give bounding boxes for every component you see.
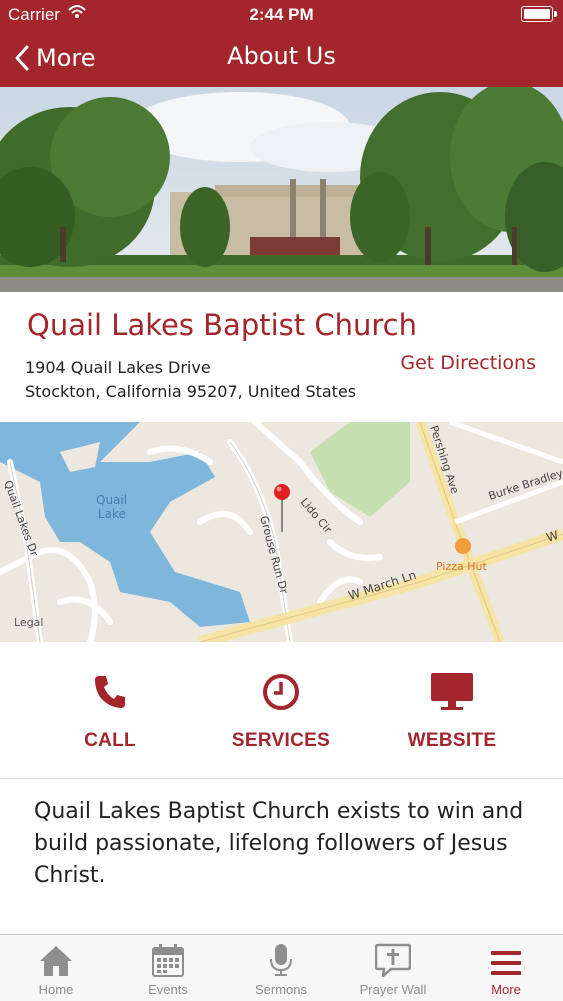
tab-events-label: Events [148, 982, 188, 997]
website-button-label: WEBSITE [407, 730, 497, 751]
tab-more-label: More [491, 982, 521, 997]
tab-prayer-wall[interactable]: Prayer Wall [337, 935, 449, 1001]
address-line-2: Stockton, California 95207, United State… [25, 382, 357, 401]
call-button[interactable]: CALL [35, 672, 185, 752]
tab-prayer-wall-label: Prayer Wall [359, 982, 427, 997]
church-name: Quail Lakes Baptist Church [27, 308, 417, 342]
map-label-lake: Quail [96, 493, 127, 507]
tab-home[interactable]: Home [0, 935, 112, 1001]
back-button-label: More [36, 44, 96, 72]
back-button[interactable]: More [14, 39, 96, 77]
address-line-1: 1904 Quail Lakes Drive [25, 358, 211, 377]
clock-icon [263, 674, 299, 710]
church-description: Quail Lakes Baptist Church exists to win… [34, 799, 524, 888]
tab-home-label: Home [38, 982, 74, 997]
church-photo [0, 87, 563, 292]
get-directions-link[interactable]: Get Directions [400, 352, 536, 374]
tab-more[interactable]: More [450, 935, 562, 1001]
tab-sermons[interactable]: Sermons [225, 935, 337, 1001]
calendar-icon [152, 944, 184, 977]
website-button[interactable]: WEBSITE [377, 672, 527, 752]
microphone-icon [270, 944, 292, 976]
navigation-bar: More About Us [0, 29, 563, 87]
location-map[interactable]: Quail Lake Quail Lakes Dr Grouse Run Dr … [0, 422, 563, 642]
services-button-label: SERVICES [231, 730, 331, 751]
map-label-lake-2: Lake [98, 507, 126, 521]
clock-time: 2:44 PM [249, 5, 314, 24]
battery-icon [521, 6, 557, 22]
tab-events[interactable]: Events [112, 935, 224, 1001]
tab-sermons-label: Sermons [254, 982, 308, 997]
call-button-label: CALL [84, 730, 136, 751]
home-icon [40, 946, 72, 976]
status-bar: Carrier 2:44 PM [0, 0, 563, 29]
map-label-pizza-hut: Pizza Hut [436, 560, 487, 573]
menu-icon [491, 951, 521, 975]
pizza-hut-poi-icon [455, 538, 471, 554]
action-buttons: CALL SERVICES WEBSITE [0, 642, 563, 779]
tab-bar: Home Events Sermons Prayer Wall More [0, 934, 563, 1001]
church-info: Quail Lakes Baptist Church 1904 Quail La… [0, 292, 563, 422]
services-button[interactable]: SERVICES [206, 672, 356, 752]
prayer-bubble-icon [375, 943, 411, 977]
chevron-left-icon [15, 45, 29, 71]
monitor-icon [431, 673, 473, 710]
phone-icon [95, 676, 125, 708]
map-legal-link[interactable]: Legal [14, 616, 43, 629]
